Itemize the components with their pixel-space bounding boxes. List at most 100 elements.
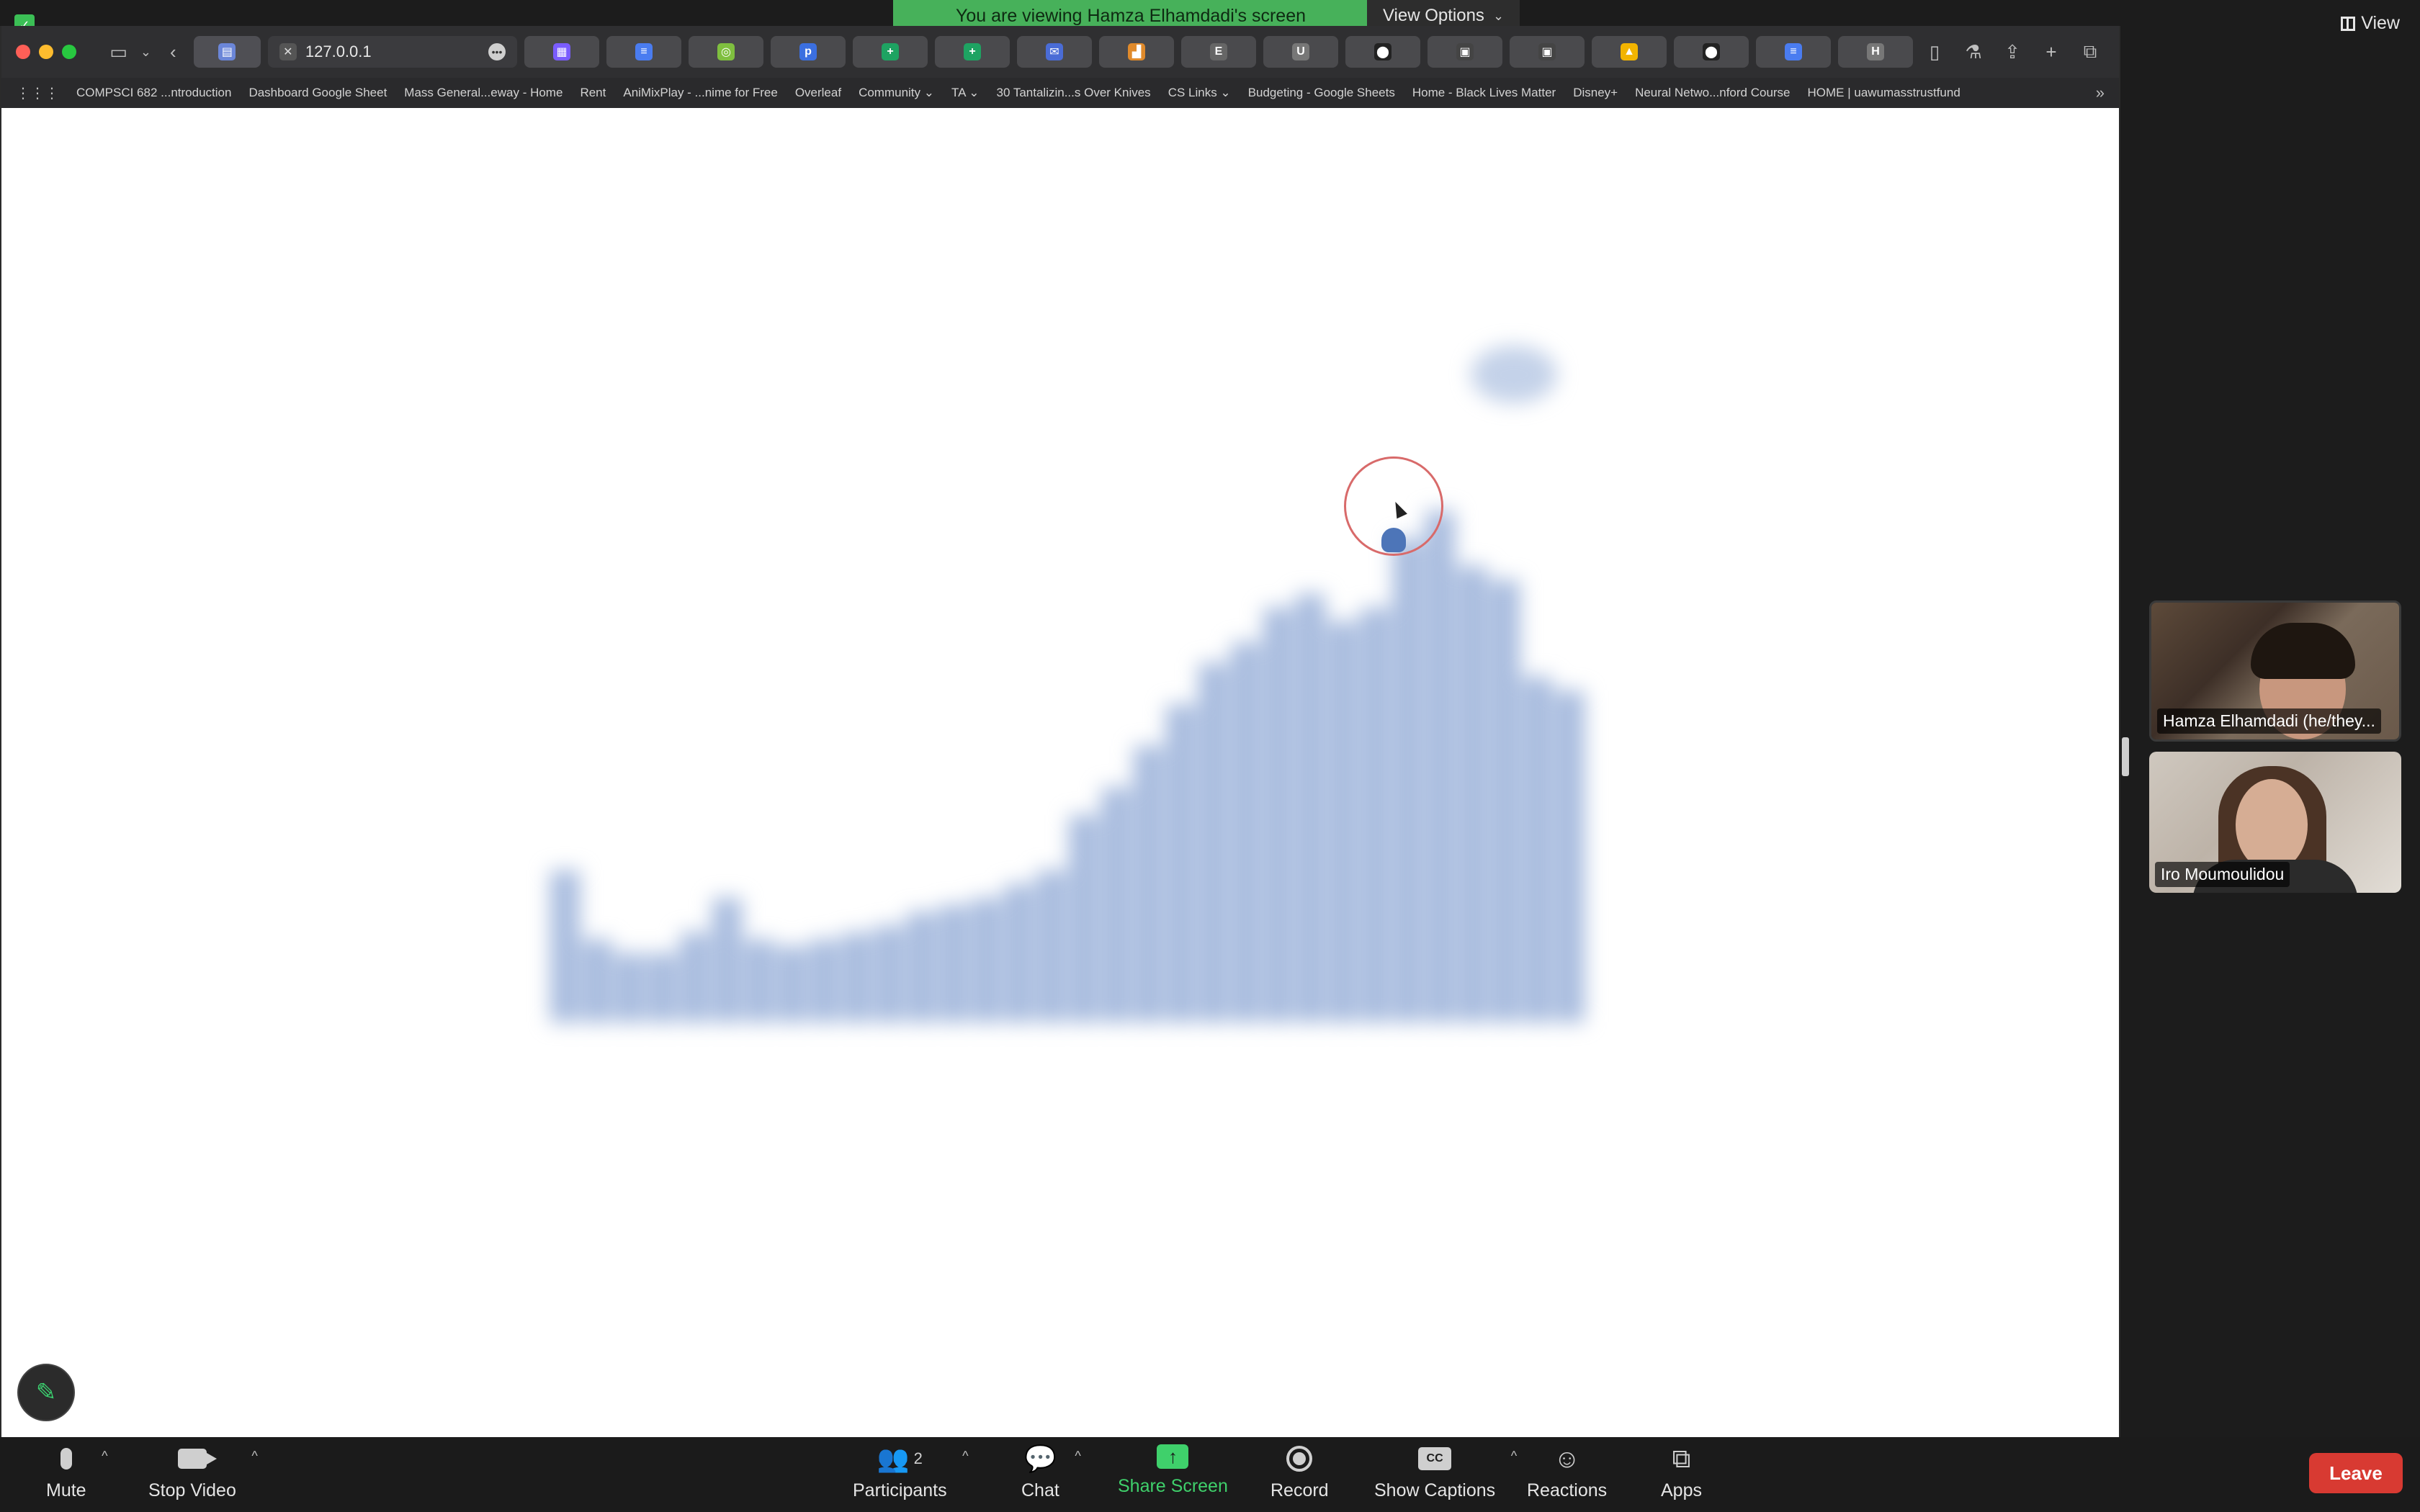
browser-tab[interactable]: ▟ [1099,36,1174,68]
tab-strip: ▦ ≡ ◎ p + + ✉ ▟ E U ⬤ ▣ ▣ ▲ ⬤ ≡ H [524,36,1913,68]
browser-tab[interactable]: ◎ [689,36,763,68]
bookmark-item[interactable]: CS Links ⌄ [1168,86,1231,100]
share-icon[interactable]: ⇪ [1998,37,2027,66]
tab-favicon-icon: ≡ [1785,43,1802,60]
reactions-button[interactable]: ☺ Reactions [1527,1444,1607,1501]
participant-face [2236,779,2308,871]
view-options-label: View Options [1382,6,1484,25]
tab-favicon-icon: + [882,43,899,60]
chevron-up-icon[interactable]: ^ [962,1449,968,1464]
annotate-pencil-button[interactable]: ✎ [17,1364,75,1421]
share-screen-button[interactable]: ↑ Share Screen [1118,1444,1228,1497]
bookmark-item[interactable]: Budgeting - Google Sheets [1248,86,1395,100]
browser-tab[interactable]: ≡ [1756,36,1831,68]
browser-tab[interactable]: ▲ [1592,36,1667,68]
apps-button[interactable]: ⧉ Apps [1661,1444,1702,1501]
chevron-up-icon[interactable]: ^ [251,1449,257,1464]
browser-tab[interactable]: ⬤ [1674,36,1749,68]
tab-active[interactable]: ✕ 127.0.0.1 ••• [267,36,517,68]
share-screen-label: Share Screen [1118,1476,1228,1496]
browser-tab[interactable]: + [853,36,928,68]
hovered-point[interactable] [1381,528,1406,552]
browser-tab[interactable]: E [1181,36,1256,68]
chevron-up-icon[interactable]: ^ [1075,1449,1080,1464]
participant-tile[interactable]: Hamza Elhamdadi (he/they... [2149,600,2401,742]
chart-outlier [1471,346,1557,403]
bookmark-item[interactable]: Dashboard Google Sheet [248,86,387,100]
bookmark-item[interactable]: COMPSCI 682 ...ntroduction [76,86,231,100]
browser-tab[interactable]: ✉ [1017,36,1092,68]
extension-icon[interactable]: ⚗ [1959,37,1988,66]
tab-favicon-icon: ≡ [635,43,653,60]
close-window-button[interactable] [16,45,30,59]
more-bookmarks-icon[interactable]: » [2096,84,2105,102]
tab-favicon-icon: H [1867,43,1884,60]
record-icon [1286,1444,1313,1473]
bookmark-item[interactable]: 30 Tantalizin...s Over Knives [997,86,1151,100]
tab-favicon-icon: ▦ [553,43,570,60]
tab-favicon-icon: ▲ [1621,43,1638,60]
participant-hair [2251,623,2355,679]
fullscreen-window-button[interactable] [62,45,76,59]
leave-button[interactable]: Leave [2309,1453,2403,1493]
apps-label: Apps [1661,1480,1702,1500]
participants-button[interactable]: 👥 2 Participants ^ [853,1444,969,1501]
browser-tab[interactable]: p [771,36,846,68]
bookmark-item[interactable]: Overleaf [795,86,841,100]
reactions-label: Reactions [1527,1480,1608,1500]
browser-tab[interactable]: ≡ [606,36,681,68]
tab-group[interactable]: ▤ [193,36,261,68]
view-button[interactable]: View [2341,13,2400,34]
minimize-window-button[interactable] [39,45,53,59]
shared-screen: ▭ ⌄ ‹ ▤ ✕ 127.0.0.1 ••• ▦ ≡ ◎ p + + ✉ ▟ E U ⬤ ▣ ▣ ▲ ⬤ ≡… [0,26,2120,1437]
bookmark-item[interactable]: Mass General...eway - Home [404,86,563,100]
bookmark-item[interactable]: Disney+ [1573,86,1618,100]
show-captions-button[interactable]: CC Show Captions ^ [1374,1444,1517,1501]
bookmark-item[interactable]: HOME | uawumasstrustfund [1808,86,1960,100]
new-tab-icon[interactable]: + [2037,37,2066,66]
participant-tile[interactable]: Iro Moumoulidou [2149,752,2401,893]
panel-resize-handle[interactable] [2122,737,2129,776]
more-icon[interactable]: ••• [488,43,506,60]
close-icon[interactable]: ✕ [279,43,297,60]
chevron-up-icon[interactable]: ^ [1511,1449,1517,1464]
chevron-up-icon[interactable]: ^ [102,1449,107,1464]
tab-favicon-icon: U [1292,43,1309,60]
bookmark-item[interactable]: TA ⌄ [951,86,980,100]
bookmark-item[interactable]: Neural Netwo...nford Course [1635,86,1790,100]
chart-bar [1458,566,1487,1022]
window-controls [16,45,76,59]
chart-bar [1296,593,1325,1022]
tab-overview-icon[interactable]: ⧉ [2076,37,2105,66]
browser-tab[interactable]: ⬤ [1345,36,1420,68]
meeting-controls: Mute ^ Stop Video ^ 👥 2 Participants ^ 💬 … [0,1437,2420,1512]
chevron-down-icon[interactable]: ⌄ [139,37,153,66]
chat-icon: 💬 [1023,1444,1057,1473]
apps-grid-icon[interactable]: ⋮⋮⋮ [16,84,59,102]
page-icon[interactable]: ▯ [1920,37,1949,66]
mute-button[interactable]: Mute ^ [46,1444,108,1501]
bookmark-item[interactable]: Community ⌄ [859,86,934,100]
browser-tab[interactable]: + [935,36,1010,68]
chart-bar [1361,608,1390,1022]
browser-tab[interactable]: H [1838,36,1913,68]
record-button[interactable]: Record [1270,1444,1329,1501]
bookmark-item[interactable]: AniMixPlay - ...nime for Free [623,86,777,100]
bookmarks-bar: ⋮⋮⋮ COMPSCI 682 ...ntroduction Dashboard … [1,78,2119,108]
stop-video-button[interactable]: Stop Video ^ [148,1444,258,1501]
browser-tab[interactable]: ▦ [524,36,599,68]
address-bar[interactable]: 127.0.0.1 [305,42,480,61]
browser-tab[interactable]: ▣ [1510,36,1585,68]
bookmark-item[interactable]: Rent [580,86,606,100]
browser-tab[interactable]: U [1263,36,1338,68]
participant-name: Iro Moumoulidou [2155,862,2290,887]
tab-favicon-icon: ✉ [1046,43,1063,60]
bookmark-item[interactable]: Home - Black Lives Matter [1412,86,1556,100]
back-icon[interactable]: ‹ [160,37,187,66]
sidebar-icon[interactable]: ▭ [105,37,132,66]
tab-favicon-icon: ⬤ [1374,43,1392,60]
tab-favicon-icon: + [964,43,981,60]
chat-button[interactable]: 💬 Chat ^ [1021,1444,1081,1501]
browser-tab[interactable]: ▣ [1428,36,1502,68]
chart-bar [1101,787,1131,1022]
